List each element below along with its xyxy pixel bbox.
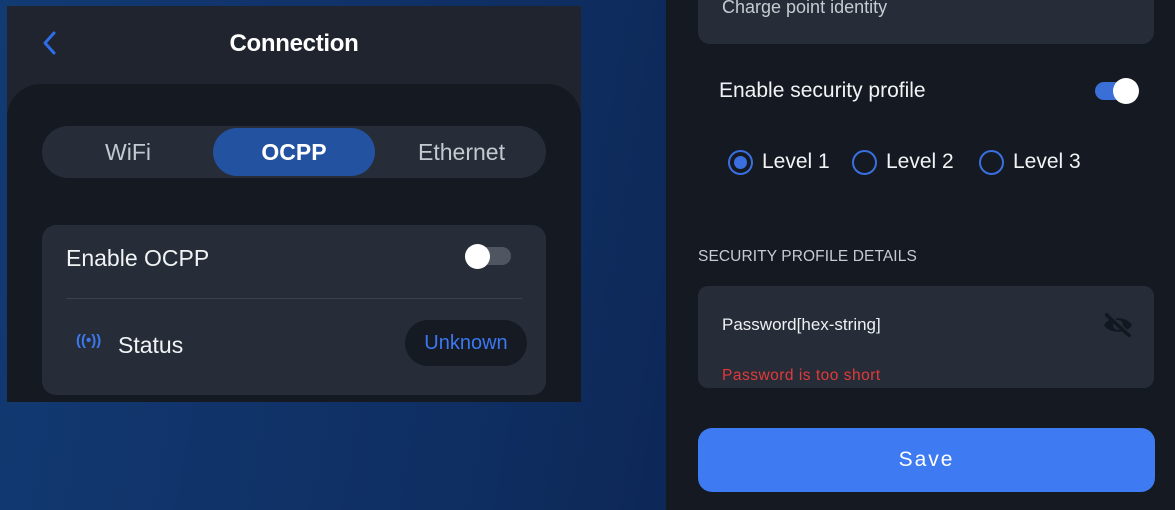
status-label: Status bbox=[118, 332, 184, 358]
page-title: Connection bbox=[229, 30, 359, 57]
security-screen: Charge point identity Enable security pr… bbox=[666, 0, 1175, 510]
connection-body: WiFi OCPP Ethernet Enable OCPP ((•)) Sta… bbox=[7, 84, 581, 402]
charge-point-identity-placeholder: Charge point identity bbox=[722, 0, 888, 17]
level-2-label: Level 2 bbox=[886, 150, 954, 173]
level-3-radio[interactable]: Level 3 bbox=[979, 149, 1089, 177]
enable-ocpp-toggle[interactable] bbox=[465, 244, 511, 269]
enable-ocpp-label: Enable OCPP bbox=[66, 245, 210, 271]
connection-tabbar: WiFi OCPP Ethernet bbox=[42, 126, 546, 178]
level-2-radio[interactable]: Level 2 bbox=[852, 149, 962, 177]
broadcast-icon: ((•)) bbox=[76, 332, 102, 349]
level-1-radio[interactable]: Level 1 bbox=[728, 149, 838, 177]
connection-header: Connection bbox=[7, 6, 581, 84]
level-3-label: Level 3 bbox=[1013, 150, 1081, 173]
radio-unchecked-icon bbox=[979, 150, 1004, 175]
tab-ocpp[interactable]: OCPP bbox=[213, 128, 375, 176]
tab-ethernet[interactable]: Ethernet bbox=[379, 128, 544, 176]
ocpp-settings-card: Enable OCPP ((•)) Status Unknown bbox=[42, 225, 546, 395]
password-field[interactable]: Password[hex-string] Password is too sho… bbox=[698, 286, 1154, 388]
level-1-label: Level 1 bbox=[762, 150, 830, 173]
radio-checked-icon bbox=[728, 150, 753, 175]
enable-security-profile-toggle[interactable] bbox=[1095, 78, 1139, 104]
charge-point-identity-field[interactable]: Charge point identity bbox=[698, 0, 1154, 44]
security-profile-details-heading: SECURITY PROFILE DETAILS bbox=[698, 248, 917, 265]
status-badge[interactable]: Unknown bbox=[405, 320, 527, 366]
radio-unchecked-icon bbox=[852, 150, 877, 175]
tab-wifi[interactable]: WiFi bbox=[48, 128, 208, 176]
connection-screen: Connection WiFi OCPP Ethernet Enable OCP… bbox=[7, 6, 581, 402]
toggle-knob bbox=[1113, 78, 1139, 104]
toggle-knob bbox=[465, 244, 490, 269]
eye-off-icon[interactable] bbox=[1102, 312, 1134, 338]
password-value: Password[hex-string] bbox=[722, 315, 881, 334]
enable-security-profile-label: Enable security profile bbox=[719, 79, 926, 102]
divider bbox=[66, 298, 522, 299]
save-button[interactable]: Save bbox=[698, 428, 1155, 492]
password-error-message: Password is too short bbox=[722, 367, 881, 384]
